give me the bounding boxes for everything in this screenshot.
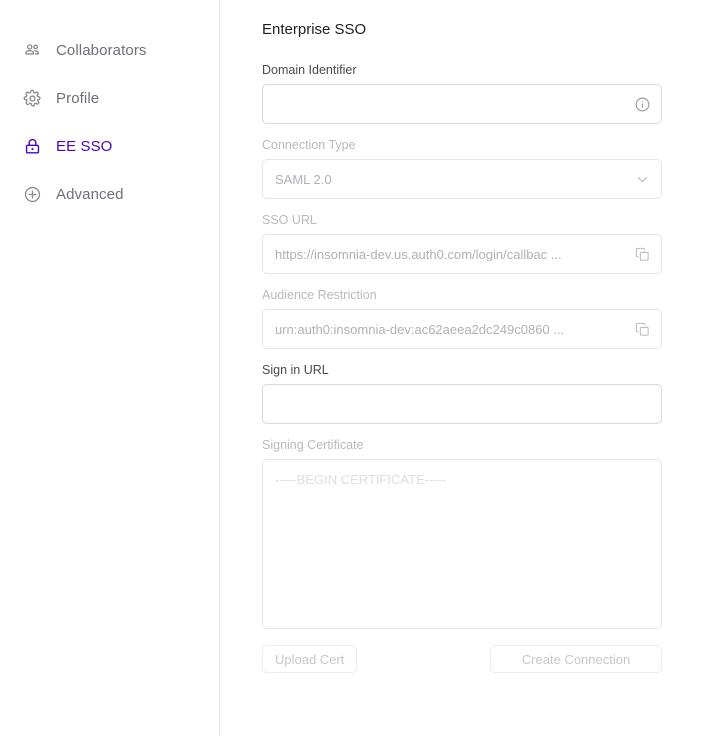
settings-sidebar: Collaborators Profile EE SSO Advanced <box>0 0 220 736</box>
page-title: Enterprise SSO <box>262 21 367 38</box>
domain-identifier-input[interactable] <box>262 84 662 124</box>
signing-certificate-textarea[interactable]: -----BEGIN CERTIFICATE----- <box>262 459 662 629</box>
field-sso-url: SSO URL https://insomnia-dev.us.auth0.co… <box>262 213 664 274</box>
sidebar-item-collaborators[interactable]: Collaborators <box>0 34 219 66</box>
sidebar-item-ee-sso[interactable]: EE SSO <box>0 130 219 162</box>
sidebar-item-label: Collaborators <box>56 41 147 59</box>
form-actions: Upload Cert Create Connection <box>262 645 662 673</box>
field-label: Sign in URL <box>262 363 329 377</box>
create-connection-button[interactable]: Create Connection <box>490 645 662 673</box>
field-sign-in-url: Sign in URL <box>262 363 664 424</box>
upload-cert-button[interactable]: Upload Cert <box>262 645 358 673</box>
chevron-down-icon[interactable] <box>623 160 661 198</box>
field-label: Domain Identifier <box>262 63 357 77</box>
lock-icon <box>22 136 42 156</box>
connection-type-select[interactable]: SAML 2.0 <box>262 159 662 199</box>
field-label: SSO URL <box>262 213 317 227</box>
field-label: Signing Certificate <box>262 438 364 452</box>
sidebar-item-profile[interactable]: Profile <box>0 82 219 114</box>
sign-in-url-input[interactable] <box>262 384 662 424</box>
settings-window: Collaborators Profile EE SSO Advanced En… <box>0 0 708 736</box>
field-domain-identifier: Domain Identifier <box>262 63 664 124</box>
ee-sso-panel: Enterprise SSO Domain Identifier Connect… <box>220 0 708 736</box>
audience-restriction-input[interactable]: urn:auth0:insomnia-dev:ac62aeea2dc249c08… <box>262 309 662 349</box>
sidebar-item-advanced[interactable]: Advanced <box>0 178 219 210</box>
sidebar-item-label: EE SSO <box>56 137 113 155</box>
audience-restriction-value: urn:auth0:insomnia-dev:ac62aeea2dc249c08… <box>275 322 565 336</box>
copy-icon[interactable] <box>623 310 661 348</box>
copy-icon[interactable] <box>623 235 661 273</box>
sso-url-value: https://insomnia-dev.us.auth0.com/login/… <box>275 247 562 261</box>
info-icon[interactable] <box>623 85 661 123</box>
field-label: Audience Restriction <box>262 288 377 302</box>
gear-icon <box>22 88 42 108</box>
field-label: Connection Type <box>262 138 356 152</box>
field-audience-restriction: Audience Restriction urn:auth0:insomnia-… <box>262 288 664 349</box>
field-signing-certificate: Signing Certificate -----BEGIN CERTIFICA… <box>262 438 664 629</box>
field-connection-type: Connection Type SAML 2.0 <box>262 138 664 199</box>
sidebar-item-label: Profile <box>56 89 100 107</box>
sso-url-input[interactable]: https://insomnia-dev.us.auth0.com/login/… <box>262 234 662 274</box>
sidebar-item-label: Advanced <box>56 185 124 203</box>
users-icon <box>22 40 42 60</box>
plus-circle-icon <box>22 184 42 204</box>
signing-certificate-placeholder: -----BEGIN CERTIFICATE----- <box>275 472 447 486</box>
connection-type-value: SAML 2.0 <box>275 172 332 186</box>
